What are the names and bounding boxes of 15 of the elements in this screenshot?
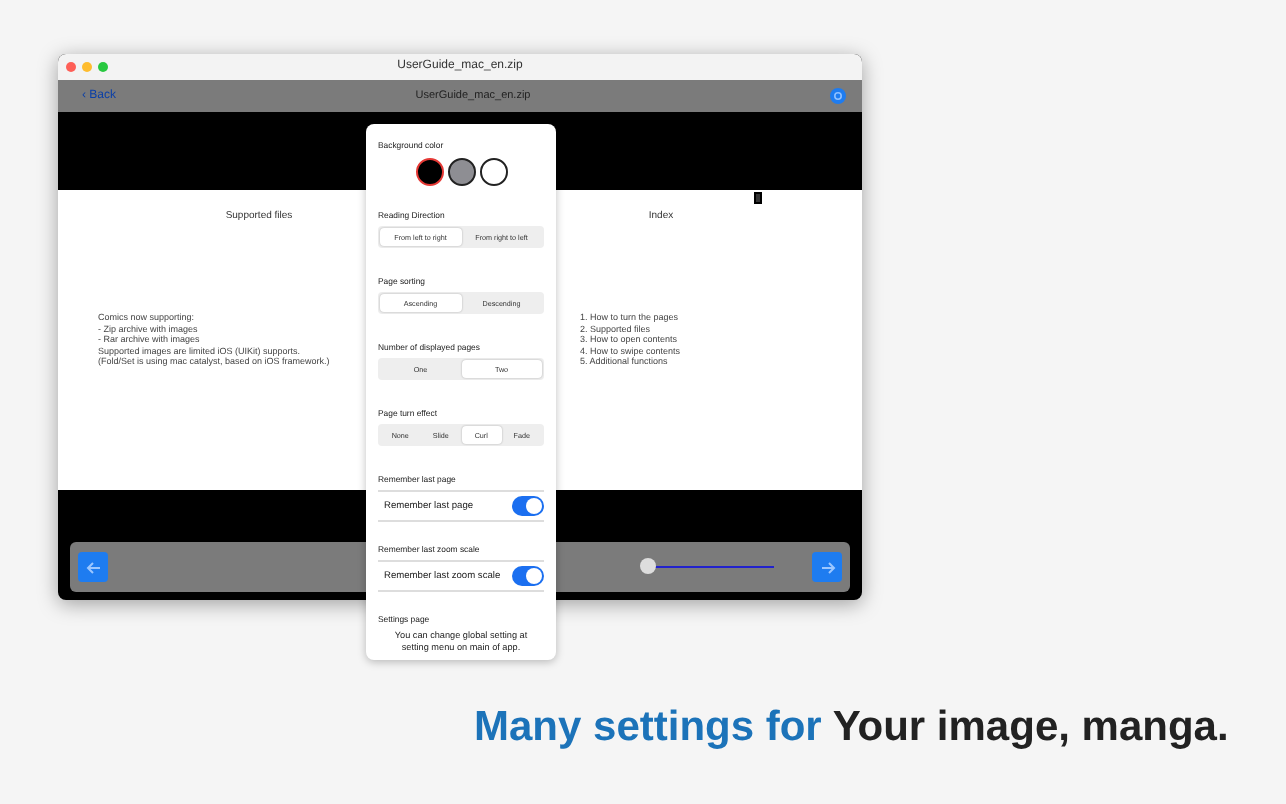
color-swatch[interactable] [415, 158, 443, 186]
close-icon[interactable] [66, 62, 76, 72]
previous-button[interactable] [78, 552, 108, 582]
color-swatch[interactable] [447, 158, 475, 186]
toggle-switch[interactable] [512, 496, 544, 516]
caption: Many settings for Your image, manga. [474, 704, 1229, 752]
right-arrow-icon [817, 557, 837, 577]
left-arrow-icon [83, 557, 103, 577]
color-swatch[interactable] [479, 158, 507, 186]
slider-thumb[interactable] [640, 558, 656, 574]
zoom-icon[interactable] [98, 62, 108, 72]
next-button[interactable] [812, 552, 842, 582]
toggle-switch[interactable] [512, 566, 544, 586]
settings-icon[interactable] [830, 88, 846, 104]
page-indicator-icon [754, 192, 762, 204]
